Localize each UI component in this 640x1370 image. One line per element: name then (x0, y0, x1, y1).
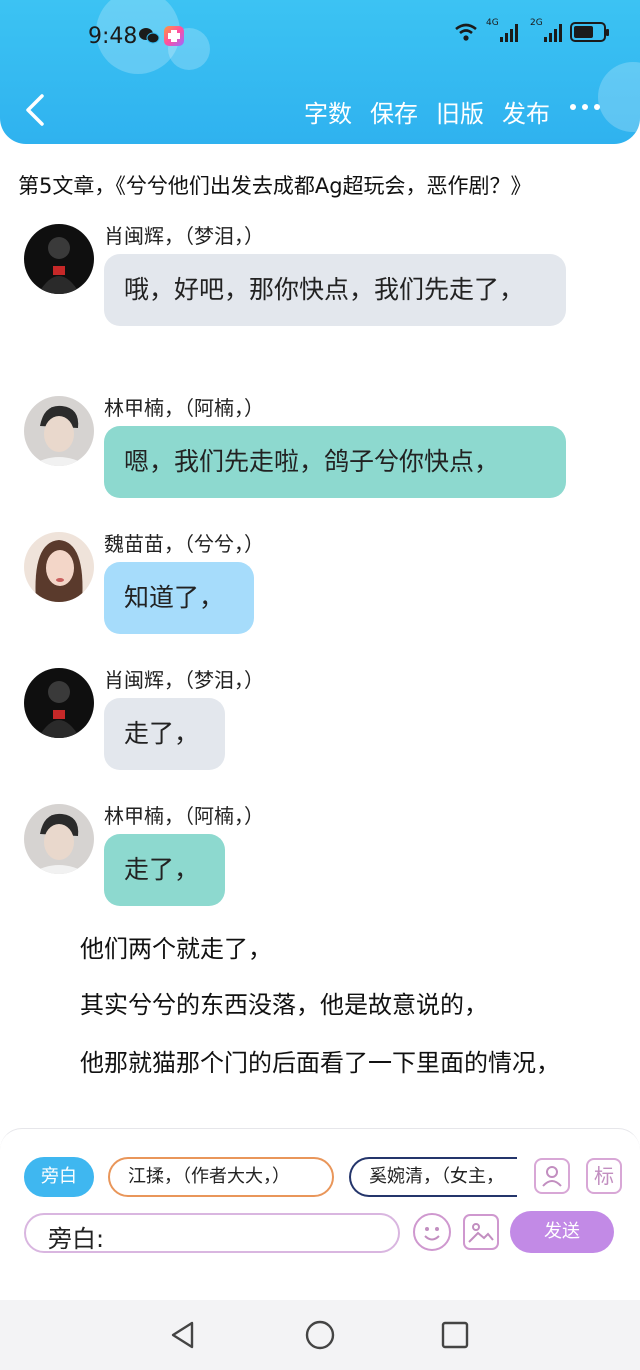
article-title: 第5文章，《兮兮他们出发去成都Ag超玩会，恶作剧？》 (18, 174, 532, 198)
narration-paragraph: 他那就猫那个门的后面看了一下里面的情况， (80, 1049, 560, 1077)
avatar[interactable] (24, 224, 94, 294)
input-speaker-label: 旁白: (48, 1225, 105, 1253)
message-bubble[interactable]: 走了， (104, 834, 225, 906)
image-button[interactable] (463, 1214, 499, 1250)
wechat-icon (138, 26, 160, 46)
wifi-icon (455, 23, 477, 41)
notification-icons (138, 26, 184, 46)
status-indicators: 4G 2G (454, 18, 609, 42)
dialogue-input[interactable]: 旁白: (24, 1213, 400, 1253)
avatar[interactable] (24, 396, 94, 466)
emoji-button[interactable] (413, 1213, 451, 1251)
avatar[interactable] (24, 668, 94, 738)
publish-button[interactable]: 发布 (502, 94, 550, 129)
narration-paragraph: 其实兮兮的东西没落，他是故意说的， (80, 991, 488, 1019)
sender-name: 林甲楠，（阿楠，） (104, 804, 264, 828)
app-icon (164, 26, 184, 46)
network-label-2: 2G (530, 18, 543, 28)
message-bubble[interactable]: 哦，好吧，那你快点，我们先走了， (104, 254, 566, 326)
sender-name: 肖闽辉，（梦泪，） (104, 224, 264, 248)
smiley-icon (424, 1227, 440, 1241)
speaker-chip-narration[interactable]: 旁白 (24, 1157, 94, 1197)
nav-back-icon[interactable] (168, 1320, 198, 1350)
word-count-button[interactable]: 字数 (304, 94, 352, 129)
system-nav-bar (0, 1300, 640, 1370)
narration-paragraph: 他们两个就走了， (80, 935, 272, 963)
speaker-chip-heroine[interactable]: 奚婉清，（女主， (349, 1157, 517, 1197)
app-header: 9:48 4G 2G 字数 保存 旧版 发布 (0, 0, 640, 144)
network-label: 4G (486, 18, 499, 28)
person-card-icon (542, 1166, 562, 1187)
image-icon (468, 1223, 494, 1243)
battery-icon (570, 22, 609, 42)
signal-icon-2: 2G (530, 18, 562, 42)
back-arrow-icon (26, 94, 44, 126)
sender-name: 林甲楠，（阿楠，） (104, 396, 264, 420)
avatar[interactable] (24, 804, 94, 874)
message-bubble[interactable]: 走了， (104, 698, 225, 770)
nav-home-icon[interactable] (304, 1319, 336, 1351)
nav-recents-icon[interactable] (441, 1321, 469, 1349)
signal-icon: 4G (486, 18, 518, 42)
message-bubble[interactable]: 知道了， (104, 562, 254, 634)
old-version-button[interactable]: 旧版 (436, 94, 484, 129)
status-time: 9:48 (88, 24, 138, 49)
mark-button[interactable]: 标 (586, 1158, 622, 1194)
toolbar: 字数 保存 旧版 发布 (304, 94, 550, 129)
character-manage-button[interactable] (534, 1158, 570, 1194)
send-button[interactable]: 发送 (510, 1211, 614, 1253)
sender-name: 肖闽辉，（梦泪，） (104, 668, 264, 692)
message-bubble[interactable]: 嗯，我们先走啦，鸽子兮你快点， (104, 426, 566, 498)
back-button[interactable] (20, 90, 50, 130)
avatar[interactable] (24, 532, 94, 602)
speaker-chip-author[interactable]: 江揉，（作者大大，） (108, 1157, 334, 1197)
more-options-icon[interactable] (570, 104, 600, 110)
save-button[interactable]: 保存 (370, 94, 418, 129)
sender-name: 魏苗苗，（兮兮，） (104, 532, 264, 556)
